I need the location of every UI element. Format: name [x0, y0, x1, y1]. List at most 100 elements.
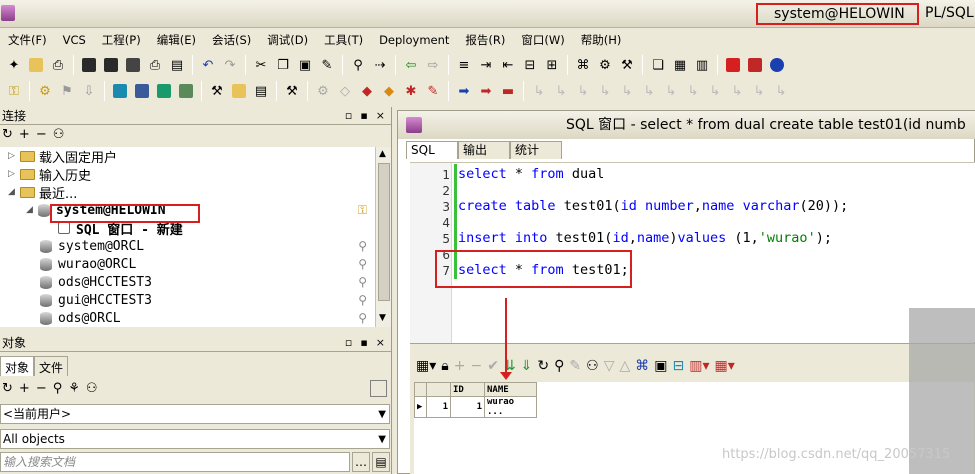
tree-item-connection[interactable]: wurao@ORCL ⚲ [0, 255, 375, 273]
doc-icon[interactable]: ▤ [372, 452, 390, 472]
refresh-icon[interactable]: ↻ [2, 381, 13, 396]
filter-icon[interactable]: ⚘ [68, 381, 80, 396]
find-icon[interactable]: ⚲ [348, 55, 368, 75]
menu-tools[interactable]: 工具(T) [316, 29, 371, 51]
menu-session[interactable]: 会话(S) [204, 29, 259, 51]
collapse-icon[interactable]: ◢ [26, 205, 36, 215]
tab-sql[interactable]: SQL [406, 141, 458, 159]
find-next-icon[interactable]: ⇢ [370, 55, 390, 75]
lock-icon[interactable]: 🔒︎ [441, 358, 448, 374]
sort-desc-icon[interactable]: △ [619, 358, 630, 374]
refresh-icon[interactable]: ↻ [2, 127, 13, 142]
menu-deployment[interactable]: Deployment [371, 29, 457, 51]
psql-icon[interactable] [132, 81, 152, 101]
stop-icon[interactable]: ⚑ [57, 81, 77, 101]
post-icon[interactable]: ✔ [487, 358, 499, 374]
export-icon[interactable]: ⇨ [423, 55, 443, 75]
menu-window[interactable]: 窗口(W) [513, 29, 572, 51]
uncomment-icon[interactable]: ⊞ [542, 55, 562, 75]
save-icon[interactable]: ▣ [654, 358, 667, 374]
find-icon[interactable]: ⚲ [53, 381, 63, 396]
paste-icon[interactable]: ▣ [295, 55, 315, 75]
pdf-icon[interactable] [745, 55, 765, 75]
add-row-icon[interactable]: + [454, 358, 466, 374]
user-icon[interactable]: ⚇ [86, 381, 98, 396]
ruby-icon[interactable]: ◆ [357, 81, 377, 101]
panel-close-icon[interactable]: × [376, 336, 385, 349]
eraser-icon[interactable]: ◇ [335, 81, 355, 101]
add-icon[interactable]: + [19, 127, 30, 142]
arrow-right-icon[interactable]: ➡ [454, 81, 474, 101]
db-connect-icon[interactable] [154, 81, 174, 101]
clear-icon[interactable]: ✎ [569, 358, 581, 374]
menu-file[interactable]: 文件(F) [0, 29, 55, 51]
debug-icon[interactable]: ⚙ [595, 55, 615, 75]
disabled-1-icon[interactable]: ↳ [529, 81, 549, 101]
remove-icon[interactable]: − [36, 381, 47, 396]
disabled-3-icon[interactable]: ↳ [573, 81, 593, 101]
delete-row-icon[interactable]: − [470, 358, 482, 374]
new-icon[interactable]: ✦ [4, 55, 24, 75]
format-icon[interactable]: ≡ [454, 55, 474, 75]
column-header-id[interactable]: ID [450, 382, 485, 397]
remove-icon[interactable]: − [36, 127, 47, 142]
export-icon[interactable]: ⊟ [672, 358, 684, 374]
redo-icon[interactable]: ↷ [220, 55, 240, 75]
search-input[interactable]: 输入搜索文档 [0, 452, 350, 472]
car-icon[interactable]: ▬ [498, 81, 518, 101]
query-by-example-icon[interactable]: ⚇ [586, 358, 599, 374]
sort-asc-icon[interactable]: ▽ [604, 358, 615, 374]
refresh-icon[interactable]: ↻ [537, 358, 549, 374]
add-icon[interactable]: + [19, 381, 30, 396]
page-setup-icon[interactable]: ▤ [167, 55, 187, 75]
disabled-action-icon[interactable]: ⚙ [313, 81, 333, 101]
find-icon[interactable]: ⚲ [554, 358, 564, 374]
open-folder-icon[interactable] [26, 55, 46, 75]
table-row[interactable]: ▶ 1 1 wurao ... [414, 396, 537, 418]
explain-icon[interactable]: ⌘ [573, 55, 593, 75]
menu-project[interactable]: 工程(P) [94, 29, 149, 51]
tree-item-connection[interactable]: ods@ORCL ⚲ [0, 309, 375, 327]
unindent-icon[interactable]: ⇤ [498, 55, 518, 75]
panel-min-icon[interactable]: ▫ [345, 336, 352, 349]
print-icon[interactable]: ⎙ [48, 55, 68, 75]
panel-max-icon[interactable]: ▪ [360, 109, 367, 122]
comment-icon[interactable]: ⊟ [520, 55, 540, 75]
cut-icon[interactable]: ✂ [251, 55, 271, 75]
grid-icon[interactable]: ▦▾ [416, 358, 436, 374]
tools-icon[interactable]: ⚒ [207, 81, 227, 101]
oracle-icon[interactable] [723, 55, 743, 75]
expand-icon[interactable]: ▷ [8, 169, 18, 179]
info-icon[interactable] [767, 55, 787, 75]
menu-edit[interactable]: 编辑(E) [149, 29, 204, 51]
disabled-5-icon[interactable]: ↳ [617, 81, 637, 101]
cell-name[interactable]: wurao ... [484, 396, 537, 418]
undo-icon[interactable]: ↶ [198, 55, 218, 75]
window-tile-icon[interactable]: ▦ [670, 55, 690, 75]
tree-item-connection[interactable]: gui@HCCTEST3 ⚲ [0, 291, 375, 309]
save-icon[interactable] [79, 55, 99, 75]
panel-min-icon[interactable]: ▫ [345, 109, 352, 122]
checklist-icon[interactable] [229, 81, 249, 101]
menu-debug[interactable]: 调试(D) [259, 29, 316, 51]
brush-icon[interactable]: ✎ [423, 81, 443, 101]
window-cascade-icon[interactable]: ❏ [648, 55, 668, 75]
compile-icon[interactable]: ⚒ [617, 55, 637, 75]
report-icon[interactable]: ▤ [251, 81, 271, 101]
tab-output[interactable]: 输出 [458, 141, 510, 159]
db-disconnect-icon[interactable] [176, 81, 196, 101]
column-header-name[interactable]: NAME [484, 382, 537, 397]
checkbox[interactable] [370, 380, 387, 397]
tab-files[interactable]: 文件 [34, 356, 69, 376]
db-icon[interactable] [110, 81, 130, 101]
fetch-last-icon[interactable]: ⇓ [521, 358, 533, 374]
key-icon[interactable]: ⚿ [4, 81, 24, 101]
disabled-9-icon[interactable]: ↳ [705, 81, 725, 101]
tab-objects[interactable]: 对象 [0, 356, 35, 376]
tree-item-pinned[interactable]: ▷ 载入固定用户 [0, 147, 375, 166]
save-all-icon[interactable] [123, 55, 143, 75]
tree-item-recent[interactable]: ◢ 最近... [0, 183, 375, 202]
disabled-12-icon[interactable]: ↳ [771, 81, 791, 101]
table-icon[interactable]: ▦▾ [714, 358, 734, 374]
window-list-icon[interactable]: ▥ [692, 55, 712, 75]
